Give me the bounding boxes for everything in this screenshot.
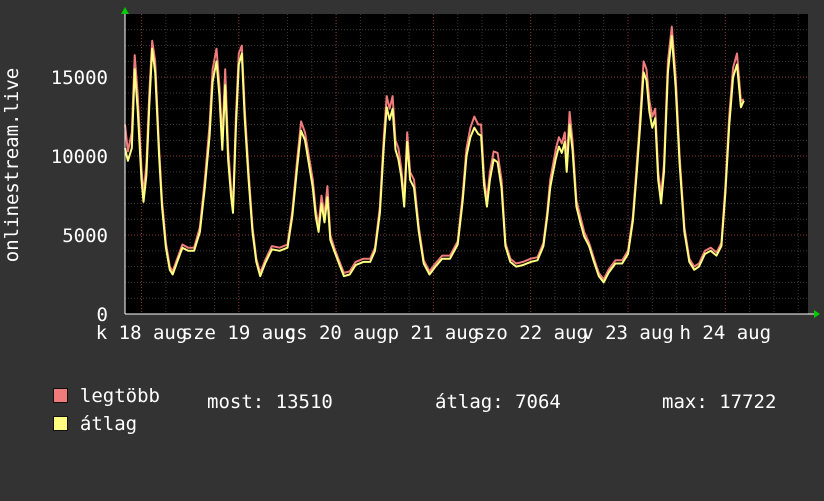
x-tick-labels: k 18 augsze 19 augcs 20 aug p 21 augszo 2… [96,322,771,344]
y-tick-label: 15000 [51,67,108,89]
legend-row-avg: átlag most: 13510 átlag: 7064 max: 17722 [30,391,824,501]
atlag-swatch [52,416,68,431]
y-tick-label: 10000 [51,146,108,168]
y-tick-label: 5000 [62,225,108,247]
legend-label-atlag: átlag [79,413,138,435]
x-tick-label: sze 19 aug [182,322,296,344]
x-tick-label: szo 22 aug [474,322,588,344]
stat-avg: átlag: 7064 [435,391,561,413]
y-axis-arrow [121,7,129,14]
x-tick-label: v 23 aug [582,322,674,344]
x-tick-label: p 21 aug [388,322,480,344]
stat-max: max: 17722 [662,391,777,413]
x-axis-arrow [814,310,820,318]
x-tick-label: cs 20 aug [285,322,388,344]
x-tick-label: k 18 aug [96,322,188,344]
y-axis-label: onlinestream.live [1,68,23,262]
y-tick-labels: 050001000015000 [51,67,108,326]
x-tick-label: h 24 aug [680,322,772,344]
stat-now: most: 13510 [207,391,333,413]
